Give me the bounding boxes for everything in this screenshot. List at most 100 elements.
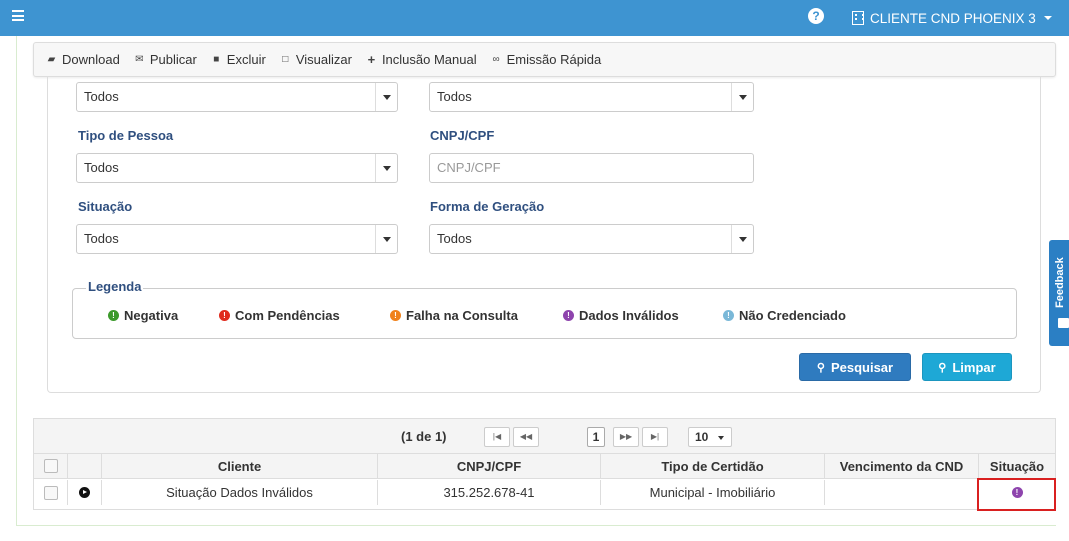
help-icon[interactable]: ? [808,8,824,24]
legend-label: Com Pendências [235,308,340,323]
chevron-down-icon [375,83,397,111]
column-header-tipo[interactable]: Tipo de Certidão [601,454,825,478]
search-icon: ⚲ [816,361,825,374]
download-label: Download [62,52,120,67]
select-value: Todos [84,231,119,246]
legend-label: Falha na Consulta [406,308,518,323]
legend-label: Negativa [124,308,179,323]
publicar-label: Publicar [149,52,197,67]
inclusao-manual-button[interactable]: + Inclusão Manual [366,52,477,67]
situacao-select[interactable]: Todos [76,224,398,254]
filter-select-top-left[interactable]: Todos [76,82,398,112]
visualizar-button[interactable]: □ Visualizar [280,52,352,67]
prev-page-button[interactable]: ◀◀ [513,427,539,447]
select-value: Todos [84,89,119,104]
status-pendencias-icon: ! [219,310,230,321]
paginator: (1 de 1) |◀ ◀◀ 1 ▶▶ ▶| 10 [34,419,1055,454]
first-page-button[interactable]: |◀ [484,427,510,447]
page-indicator: (1 de 1) [401,429,447,444]
legend-item-dados-invalidos: ! Dados Inválidos [563,308,679,323]
legend-label: Não Credenciado [739,308,846,323]
folder-open-icon: ▰ [47,54,56,65]
feedback-label: Feedback [1054,257,1066,308]
current-page[interactable]: 1 [587,427,605,447]
cart-icon [1058,318,1069,328]
legend-label: Dados Inválidos [579,308,679,323]
last-page-button[interactable]: ▶| [642,427,668,447]
menu-icon[interactable] [12,10,24,21]
top-navbar: ? CLIENTE CND PHOENIX 3 [0,0,1069,36]
download-button[interactable]: ▰ Download [46,52,120,67]
next-page-button[interactable]: ▶▶ [613,427,639,447]
chevron-down-icon [375,225,397,253]
action-toolbar: ▰ Download ✉ Publicar ■ Excluir □ Visual… [33,42,1056,77]
forma-geracao-select[interactable]: Todos [429,224,754,254]
chevron-down-icon [375,154,397,182]
legend-item-com-pendencias: ! Com Pendências [219,308,340,323]
link-icon: ∞ [492,54,500,65]
cnpj-cpf-label: CNPJ/CPF [430,128,495,143]
client-name: CLIENTE CND PHOENIX 3 [870,10,1036,26]
column-header-cliente[interactable]: Cliente [102,454,378,478]
results-grid: (1 de 1) |◀ ◀◀ 1 ▶▶ ▶| 10 Cliente CNPJ/C… [33,418,1056,510]
column-header-cnpj[interactable]: CNPJ/CPF [378,454,601,478]
cnpj-cpf-input[interactable]: CNPJ/CPF [429,153,754,183]
cell-cnpj: 315.252.678-41 [378,480,601,505]
column-header-vencimento[interactable]: Vencimento da CND [825,454,979,478]
legend-item-nao-credenciado: ! Não Credenciado [723,308,846,323]
clear-button[interactable]: ⚲ Limpar [922,353,1012,381]
input-placeholder: CNPJ/CPF [437,160,501,175]
expand-header [68,454,102,478]
select-value: Todos [437,89,472,104]
legend-item-negativa: ! Negativa [108,308,178,323]
search-button-label: Pesquisar [830,359,894,375]
status-negativa-icon: ! [108,310,119,321]
chevron-down-icon [731,83,753,111]
emissao-rapida-button[interactable]: ∞ Emissão Rápida [491,52,602,67]
select-value: Todos [437,231,472,246]
row-checkbox[interactable] [43,485,58,500]
select-all-checkbox[interactable] [43,459,58,473]
tipo-pessoa-label: Tipo de Pessoa [78,128,174,143]
visualizar-label: Visualizar [295,52,352,67]
cell-tipo: Municipal - Imobiliário [601,480,825,505]
highlight-box [977,478,1056,511]
forma-geracao-label: Forma de Geração [430,199,545,214]
excluir-button[interactable]: ■ Excluir [211,52,266,67]
status-dados-invalidos-icon: ! [563,310,574,321]
tipo-pessoa-select[interactable]: Todos [76,153,398,183]
legend-title: Legenda [86,279,144,294]
legend-box [72,288,1017,339]
cell-vencimento [825,480,979,505]
page-frame [16,36,17,526]
envelope-icon: ✉ [135,54,144,65]
situacao-label: Situação [78,199,133,214]
excluir-label: Excluir [226,52,266,67]
select-value: Todos [84,160,119,175]
expand-row-icon[interactable] [79,487,90,498]
client-selector[interactable]: CLIENTE CND PHOENIX 3 [852,8,1052,28]
row-expand-cell [68,480,102,505]
building-icon [852,11,864,25]
clear-icon: ⚲ [938,361,947,374]
search-button[interactable]: ⚲ Pesquisar [799,353,911,381]
status-nao-credenciado-icon: ! [723,310,734,321]
plus-icon: + [367,52,376,67]
inclusao-manual-label: Inclusão Manual [381,52,477,67]
filter-select-top-right[interactable]: Todos [429,82,754,112]
clear-button-label: Limpar [952,359,996,375]
page-size-select[interactable]: 10 [688,427,732,447]
table-row[interactable]: Situação Dados Inválidos 315.252.678-41 … [34,480,1055,505]
cell-cliente: Situação Dados Inválidos [102,480,378,505]
feedback-tab[interactable]: Feedback [1049,240,1069,346]
file-icon: □ [282,54,289,65]
column-header-situacao[interactable]: Situação [979,454,1055,478]
select-all-cell [34,454,68,478]
row-select-cell [34,480,68,505]
emissao-rapida-label: Emissão Rápida [506,52,602,67]
trash-icon: ■ [213,54,220,65]
page-frame-bottom [16,525,1056,526]
chevron-down-icon [731,225,753,253]
table-header: Cliente CNPJ/CPF Tipo de Certidão Vencim… [34,454,1055,479]
publicar-button[interactable]: ✉ Publicar [134,52,197,67]
